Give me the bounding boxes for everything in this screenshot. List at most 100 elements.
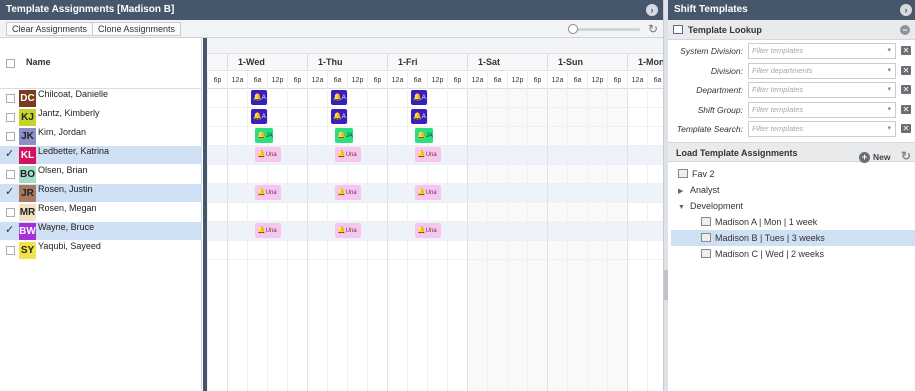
clear-assignments-button[interactable]: Clear Assignments [6, 22, 94, 36]
employee-row[interactable]: ✓ JR Rosen, Justin [0, 184, 202, 202]
filter-input[interactable]: Filter templates ▾ [748, 43, 896, 59]
grid-col-line [227, 89, 228, 391]
zoom-slider-knob[interactable] [568, 24, 578, 34]
chevron-down-icon[interactable]: ▾ [887, 103, 891, 117]
row-checkbox[interactable] [6, 246, 15, 255]
shift-label: Una [425, 228, 437, 234]
shift-block[interactable]: 🔔Una [415, 223, 441, 238]
select-all-checkbox[interactable] [6, 59, 15, 68]
template-tree-item[interactable]: Madison C | Wed | 2 weeks [671, 246, 915, 262]
row-checkbox[interactable] [6, 132, 15, 141]
filter-placeholder: Filter templates [752, 104, 804, 114]
new-button[interactable]: + New [859, 147, 890, 167]
employee-row[interactable]: ✓ BW Wayne, Bruce [0, 222, 202, 240]
shift-block[interactable]: 🔔Una [415, 147, 441, 162]
grid-col-line [447, 89, 448, 391]
employee-row[interactable]: ✓ KL Ledbetter, Katrina [0, 146, 202, 164]
shift-block[interactable]: 🔔Una [255, 185, 281, 200]
shift-block[interactable]: 🔔JA [335, 128, 353, 143]
filter-input[interactable]: Filter templates ▾ [748, 121, 896, 137]
chevron-down-icon[interactable]: ▾ [887, 122, 891, 136]
shift-block[interactable]: 🔔A [411, 109, 427, 124]
bell-icon: 🔔 [257, 151, 266, 158]
clear-filter-icon[interactable]: ✕ [901, 85, 911, 94]
grid-col-line [507, 89, 508, 391]
zoom-slider[interactable] [568, 24, 642, 34]
clear-filter-icon[interactable]: ✕ [901, 124, 911, 133]
filter-input[interactable]: Filter templates ▾ [748, 82, 896, 98]
employee-row[interactable]: MR Rosen, Megan [0, 203, 202, 221]
bell-icon: 🔔 [413, 94, 422, 101]
shift-block[interactable]: 🔔A [331, 90, 347, 105]
hour-label: 12a [307, 72, 327, 89]
row-checkbox[interactable] [6, 94, 15, 103]
grid-top-bar [207, 38, 663, 54]
shift-block[interactable]: 🔔Una [255, 147, 281, 162]
grid-col-line [307, 89, 308, 391]
template-tree-item[interactable]: Fav 2 [668, 166, 915, 182]
collapse-lookup-icon[interactable]: − [900, 25, 910, 35]
clear-filter-icon[interactable]: ✕ [901, 46, 911, 55]
grid-col-line [467, 89, 468, 391]
row-checkbox[interactable] [6, 208, 15, 217]
checkmark-icon[interactable]: ✓ [5, 223, 14, 236]
hour-label: 12p [347, 72, 367, 89]
hour-label: 12a [627, 72, 647, 89]
employee-row[interactable]: SY Yaqubi, Sayeed [0, 241, 202, 259]
shift-block[interactable]: 🔔A [251, 90, 267, 105]
day-header: 1-Thu [307, 54, 387, 71]
shift-block[interactable]: 🔔A [411, 90, 427, 105]
chevron-down-icon[interactable]: ▾ [887, 83, 891, 97]
clone-assignments-button[interactable]: Clone Assignments [92, 22, 182, 36]
tree-item-label: Development [690, 201, 744, 211]
expand-icon[interactable]: › [900, 4, 912, 16]
filter-input[interactable]: Filter departments ▾ [748, 62, 896, 79]
chevron-down-icon[interactable]: ▾ [887, 44, 891, 58]
row-checkbox[interactable] [6, 170, 15, 179]
hour-label: 12p [587, 72, 607, 89]
day-header: 1-Mon [627, 54, 663, 71]
assignments-toolbar: Clear Assignments Clone Assignments ↻ [0, 20, 663, 38]
hour-label: 12a [227, 72, 247, 89]
shift-block[interactable]: 🔔A [331, 109, 347, 124]
grid-row-line [207, 126, 663, 127]
shift-block[interactable]: 🔔A [251, 109, 267, 124]
employee-row[interactable]: JK Kim, Jordan [0, 127, 202, 145]
panel-toggle-icon[interactable]: › [646, 4, 658, 16]
employee-row[interactable]: BO Olsen, Brian [0, 165, 202, 183]
template-tree-item[interactable]: ▼ Development [668, 198, 915, 214]
hour-header-row: 6p 12a 6a 12p 6p 12a 6a 12p 6p 12a 6a 12p 6p 12a 6a 12p… [207, 72, 663, 89]
clear-filter-icon[interactable]: ✕ [901, 65, 911, 75]
shift-label: JA [265, 133, 273, 139]
shift-block[interactable]: 🔔Una [335, 223, 361, 238]
shift-block[interactable]: 🔔JA [255, 128, 273, 143]
avatar: KJ [19, 109, 36, 126]
clear-filter-icon[interactable]: ✕ [901, 104, 911, 114]
shift-block[interactable]: 🔔JA [415, 128, 433, 143]
shift-block[interactable]: 🔔Una [255, 223, 281, 238]
bell-icon: 🔔 [417, 227, 426, 234]
shift-block[interactable]: 🔔Una [335, 185, 361, 200]
template-tree-item[interactable]: Madison B | Tues | 3 weeks [671, 230, 915, 246]
refresh-icon[interactable]: ↻ [648, 22, 658, 36]
refresh-templates-icon[interactable]: ↻ [901, 146, 911, 166]
checkmark-icon[interactable]: ✓ [5, 147, 14, 160]
filter-input[interactable]: Filter templates ▾ [748, 101, 896, 118]
template-tree-item[interactable]: Madison A | Mon | 1 week [671, 214, 915, 230]
shift-block[interactable]: 🔔Una [415, 185, 441, 200]
employee-name: Olsen, Brian [38, 165, 88, 175]
template-tree-item[interactable]: ▶ Analyst [668, 182, 915, 198]
shift-block[interactable]: 🔔Una [335, 147, 361, 162]
bell-icon: 🔔 [417, 151, 426, 158]
bell-icon: 🔔 [253, 94, 262, 101]
filter-row: Department: Filter templates ▾ ✕ [668, 81, 915, 99]
employee-row[interactable]: DC Chilcoat, Danielle [0, 89, 202, 107]
chevron-down-icon[interactable]: ▾ [887, 64, 891, 78]
avatar: BW [19, 223, 36, 240]
filter-label: Shift Group: [697, 104, 743, 115]
employee-row[interactable]: KJ Jantz, Kimberly [0, 108, 202, 126]
bell-icon: 🔔 [417, 189, 426, 196]
row-checkbox[interactable] [6, 113, 15, 122]
checkmark-icon[interactable]: ✓ [5, 185, 14, 198]
bell-icon: 🔔 [257, 189, 266, 196]
